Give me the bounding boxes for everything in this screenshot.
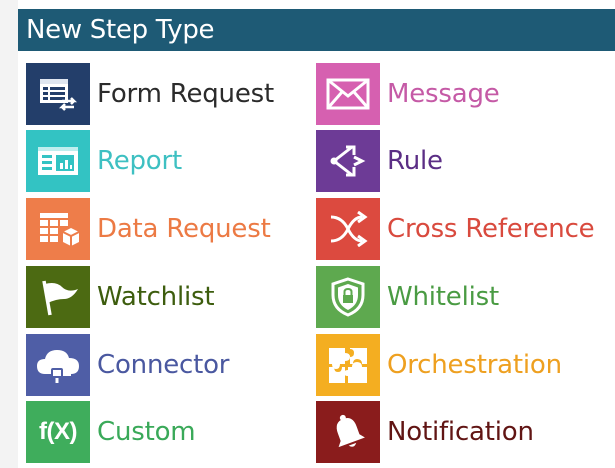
step-type-data-request[interactable]: Data Request bbox=[26, 198, 271, 260]
step-type-connector[interactable]: Connector bbox=[26, 334, 230, 396]
step-type-label: Custom bbox=[97, 417, 196, 447]
step-type-form-request[interactable]: Form Request bbox=[26, 63, 274, 125]
flag-icon bbox=[26, 266, 90, 328]
step-type-label: Cross Reference bbox=[387, 214, 595, 244]
function-icon-text: f(X) bbox=[39, 418, 77, 445]
envelope-icon bbox=[316, 63, 380, 125]
step-type-cross-reference[interactable]: Cross Reference bbox=[316, 198, 595, 260]
report-chart-icon bbox=[26, 130, 90, 192]
shuffle-icon bbox=[316, 198, 380, 260]
step-type-label: Connector bbox=[97, 350, 230, 380]
step-type-rule[interactable]: Rule bbox=[316, 130, 443, 192]
step-type-label: Whitelist bbox=[387, 282, 499, 312]
step-type-message[interactable]: Message bbox=[316, 63, 500, 125]
step-type-label: Watchlist bbox=[97, 282, 215, 312]
function-icon: f(X) bbox=[26, 401, 90, 463]
shield-lock-icon bbox=[316, 266, 380, 328]
step-type-label: Notification bbox=[387, 417, 534, 447]
step-type-label: Rule bbox=[387, 146, 443, 176]
rule-branch-icon bbox=[316, 130, 380, 192]
step-type-watchlist[interactable]: Watchlist bbox=[26, 266, 215, 328]
cloud-plug-icon bbox=[26, 334, 90, 396]
step-type-notification[interactable]: Notification bbox=[316, 401, 534, 463]
data-request-icon bbox=[26, 198, 90, 260]
step-type-label: Orchestration bbox=[387, 350, 562, 380]
step-type-label: Report bbox=[97, 146, 182, 176]
step-type-report[interactable]: Report bbox=[26, 130, 182, 192]
new-step-type-panel: New Step Type Form Request Message Repor… bbox=[18, 0, 615, 468]
step-type-label: Message bbox=[387, 79, 500, 109]
puzzle-icon bbox=[316, 334, 380, 396]
step-type-whitelist[interactable]: Whitelist bbox=[316, 266, 499, 328]
step-type-label: Form Request bbox=[97, 79, 274, 109]
step-type-orchestration[interactable]: Orchestration bbox=[316, 334, 562, 396]
bell-icon bbox=[316, 401, 380, 463]
step-type-custom[interactable]: f(X) Custom bbox=[26, 401, 196, 463]
form-request-icon bbox=[26, 63, 90, 125]
step-type-label: Data Request bbox=[97, 214, 271, 244]
panel-title: New Step Type bbox=[18, 9, 615, 51]
